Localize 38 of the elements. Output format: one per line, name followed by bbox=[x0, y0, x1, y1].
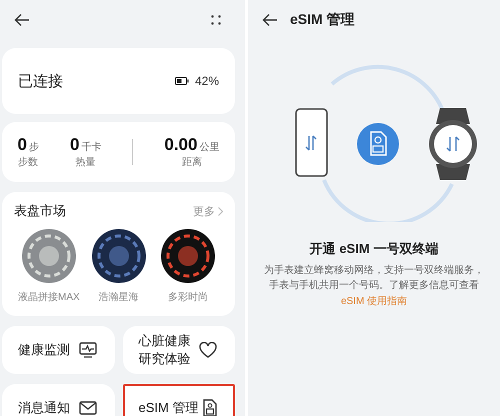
section-title: 表盘市场 bbox=[14, 202, 66, 220]
section-heading: 开通 eSIM 一号双终端 bbox=[308, 240, 440, 258]
feature-tile[interactable]: 心脏健康 研究体验 bbox=[122, 326, 235, 374]
tile-label: 消息通知 bbox=[18, 399, 70, 416]
stat-value: 0.00 bbox=[164, 135, 198, 154]
stat-unit: 千卡 bbox=[81, 142, 102, 153]
battery-icon bbox=[174, 77, 189, 85]
more-dots-icon[interactable] bbox=[211, 15, 221, 25]
stat-unit: 公里 bbox=[199, 142, 220, 153]
watch-face-name: 液晶拼接MAX bbox=[18, 290, 80, 304]
watch-face-name: 浩瀚星海 bbox=[98, 290, 138, 304]
page-title: eSIM 管理 bbox=[290, 11, 355, 29]
tile-label: 心脏健康 bbox=[138, 332, 190, 350]
stat-label: 热量 bbox=[76, 156, 96, 169]
watch-face-drawing[interactable] bbox=[90, 228, 146, 284]
tile-label: 健康监测 bbox=[18, 341, 70, 359]
stat-unit: 步 bbox=[28, 142, 39, 153]
back-arrow-icon[interactable] bbox=[14, 13, 30, 27]
heart-monitor-icon bbox=[78, 342, 96, 358]
battery-percent: 42% bbox=[194, 74, 219, 88]
back-arrow-icon[interactable] bbox=[262, 13, 278, 27]
stat-value: 0 bbox=[70, 135, 80, 154]
stat-label: 步数 bbox=[18, 156, 38, 169]
heart-icon bbox=[199, 342, 217, 358]
sim-card-icon bbox=[203, 399, 217, 416]
envelope-icon bbox=[78, 401, 96, 415]
chevron-right-icon bbox=[218, 206, 223, 216]
tile-label: 研究体验 bbox=[138, 350, 190, 368]
watch-face-name: 多彩时尚 bbox=[168, 290, 208, 304]
connection-status: 已连接 bbox=[18, 72, 63, 90]
stat-label: 距离 bbox=[182, 156, 202, 169]
stat-value: 0 bbox=[17, 135, 27, 154]
description-text: 为手表建立蜂窝移动网络，支持一号双终端服务，手表与手机共用一个号码。了解更多信息可查看 bbox=[263, 264, 485, 292]
tile-label: eSIM 管理 bbox=[138, 399, 198, 416]
feature-tile[interactable]: 健康监测 bbox=[2, 326, 114, 374]
feature-tile[interactable]: eSIM 管理 bbox=[122, 384, 235, 416]
feature-tile[interactable]: 消息通知 bbox=[2, 384, 114, 416]
watch-face-drawing[interactable] bbox=[160, 228, 216, 284]
